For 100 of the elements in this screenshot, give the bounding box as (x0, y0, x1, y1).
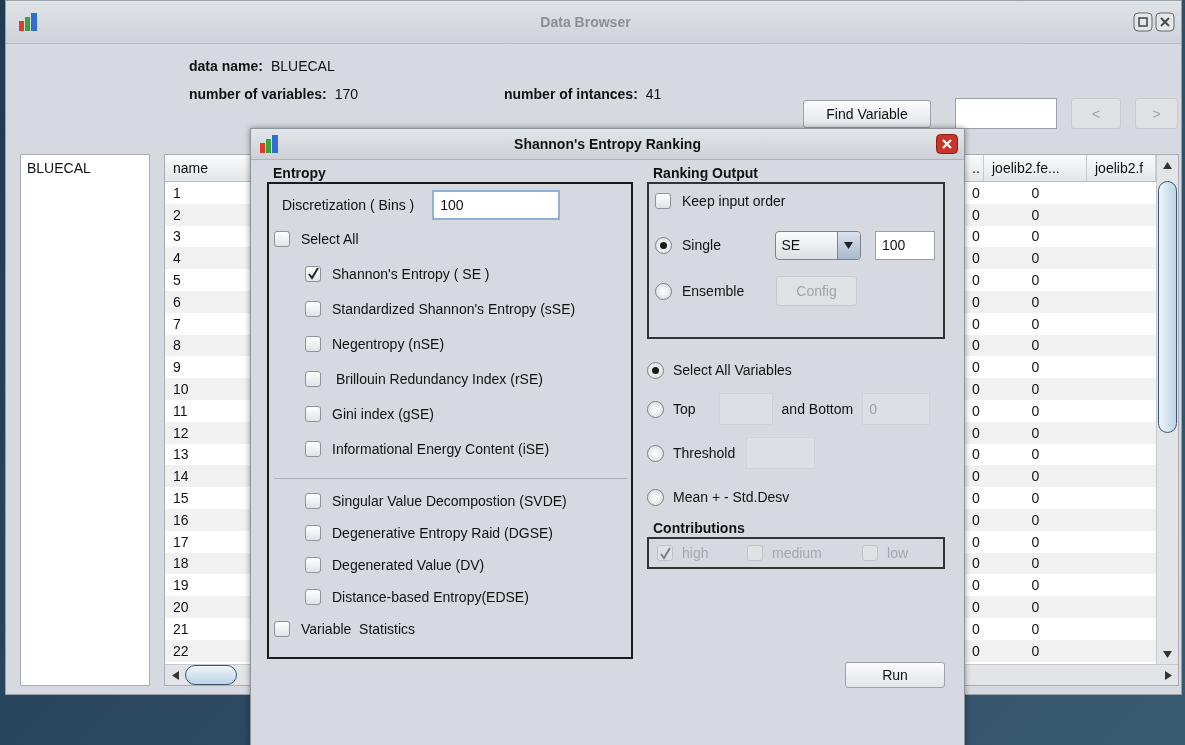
checkbox-label: Singular Value Decompostion (SVDE) (332, 493, 567, 509)
checkbox[interactable] (305, 370, 321, 387)
window-title: Data Browser (539, 14, 632, 30)
down-arrow-icon[interactable] (1163, 650, 1172, 658)
maximize-icon[interactable] (1133, 12, 1153, 32)
checkbox-label: Brillouin Redundancy Index (rSE) (334, 370, 543, 387)
method-dropdown[interactable]: SE (774, 230, 861, 260)
table-cell: 17 (173, 533, 189, 550)
checkbox-label: Keep input order (682, 193, 786, 209)
checkbox-label: Standardized Shannon's Entropy (sSE) (332, 300, 576, 317)
search-field[interactable] (955, 98, 1057, 129)
table-cell: 0 (1031, 293, 1040, 310)
radio-label: Ensemble (682, 283, 746, 299)
table-cell: 0 (1031, 228, 1040, 245)
table-cell: 0 (1031, 642, 1040, 659)
column-header[interactable]: joelib2.fe... (984, 155, 1087, 182)
table-cell: 21 (173, 620, 189, 637)
table-cell: 0 (972, 446, 980, 463)
table-cell: 1 (173, 184, 181, 201)
table-cell: 4 (173, 250, 181, 267)
scroll-thumb[interactable] (185, 665, 237, 685)
checkbox[interactable] (305, 440, 321, 457)
close-icon[interactable] (936, 134, 958, 154)
radio-label: Top (673, 401, 696, 417)
table-cell: 11 (173, 402, 188, 419)
dataset-item[interactable]: BLUECAL (21, 155, 149, 181)
left-arrow-icon[interactable] (171, 670, 179, 680)
checkbox-label: Variable Statistics (301, 621, 416, 637)
close-icon[interactable] (1155, 12, 1175, 32)
column-header[interactable]: .. (964, 155, 984, 182)
radio-label: Mean + - Std.Desv (673, 489, 790, 505)
count-field[interactable]: 100 (874, 230, 935, 260)
table-cell: 0 (1031, 620, 1040, 637)
checkbox-label: Negentropy (nSE) (332, 335, 445, 352)
checkbox-label: Select All (301, 231, 359, 247)
table-cell: 3 (173, 228, 181, 245)
scroll-thumb[interactable] (1158, 181, 1177, 433)
and-bottom-label: and Bottom (781, 401, 854, 417)
table-cell: 0 (972, 424, 980, 441)
bins-field[interactable]: 100 (432, 190, 561, 220)
column-header[interactable]: name (165, 155, 251, 182)
vertical-scrollbar[interactable] (1156, 155, 1178, 664)
checkbox[interactable] (305, 557, 321, 573)
find-variable-button[interactable]: Find Variable (803, 99, 931, 128)
caret-icon (844, 241, 854, 249)
checkbox[interactable] (274, 231, 290, 247)
run-button[interactable]: Run (845, 662, 945, 688)
table-cell: 8 (173, 337, 181, 354)
table-cell: 0 (972, 381, 980, 398)
radio-button[interactable] (647, 488, 664, 506)
checkbox[interactable] (305, 405, 321, 422)
checkbox[interactable] (305, 525, 321, 541)
table-cell: 0 (972, 490, 980, 507)
table-cell: 0 (972, 620, 980, 637)
table-cell: 0 (972, 555, 980, 572)
checkbox[interactable] (274, 621, 290, 637)
table-cell: 0 (972, 533, 980, 550)
table-cell: 0 (972, 468, 980, 485)
instances-label: number of intances: (504, 86, 638, 102)
checkbox-label: Gini index (gSE) (332, 405, 434, 422)
table-cell: 13 (173, 446, 189, 463)
table-cell: 14 (173, 468, 189, 485)
radio-button[interactable] (655, 236, 672, 254)
table-cell: 0 (1031, 555, 1040, 572)
table-cell: 0 (972, 250, 980, 267)
radio-label: Threshold (673, 445, 736, 461)
table-cell: 0 (1031, 359, 1040, 376)
table-cell: 5 (173, 272, 181, 289)
right-arrow-icon[interactable] (1164, 670, 1172, 680)
checkbox[interactable] (305, 589, 321, 605)
section-title: Ranking Output (652, 164, 758, 182)
checkbox-label: Degenerated Value (DV) (332, 557, 485, 573)
table-cell: 20 (173, 599, 189, 616)
table-cell: 0 (1031, 446, 1040, 463)
bins-label: Discretization ( Bins ) (282, 197, 415, 213)
table-cell: 12 (173, 424, 189, 441)
up-arrow-icon[interactable] (1163, 161, 1172, 169)
checkbox[interactable] (305, 335, 321, 352)
checkbox-label: Informational Energy Content (iSE) (332, 440, 550, 457)
radio-button[interactable] (647, 361, 664, 379)
checkbox[interactable] (655, 193, 671, 209)
table-cell: 0 (1031, 468, 1040, 485)
checkbox[interactable] (305, 265, 321, 282)
section-title: Contributions (652, 519, 745, 537)
table-cell: 9 (173, 359, 181, 376)
checkbox[interactable] (305, 300, 321, 317)
data-name-label: data name: (189, 58, 263, 74)
column-header[interactable]: joelib2.f (1087, 155, 1156, 182)
table-cell: 0 (972, 599, 980, 616)
dialog-title: Shannon's Entropy Ranking (513, 136, 702, 152)
table-cell: 7 (173, 315, 181, 332)
table-cell: 0 (1031, 250, 1040, 267)
data-name-value: BLUECAL (270, 58, 335, 74)
radio-label: Select All Variables (673, 362, 792, 378)
checkbox[interactable] (305, 493, 321, 509)
table-cell: 0 (1031, 381, 1040, 398)
table-cell: 0 (972, 642, 980, 659)
table-cell: 19 (173, 577, 189, 594)
table-cell: 0 (972, 359, 980, 376)
table-cell: 0 (1031, 424, 1040, 441)
